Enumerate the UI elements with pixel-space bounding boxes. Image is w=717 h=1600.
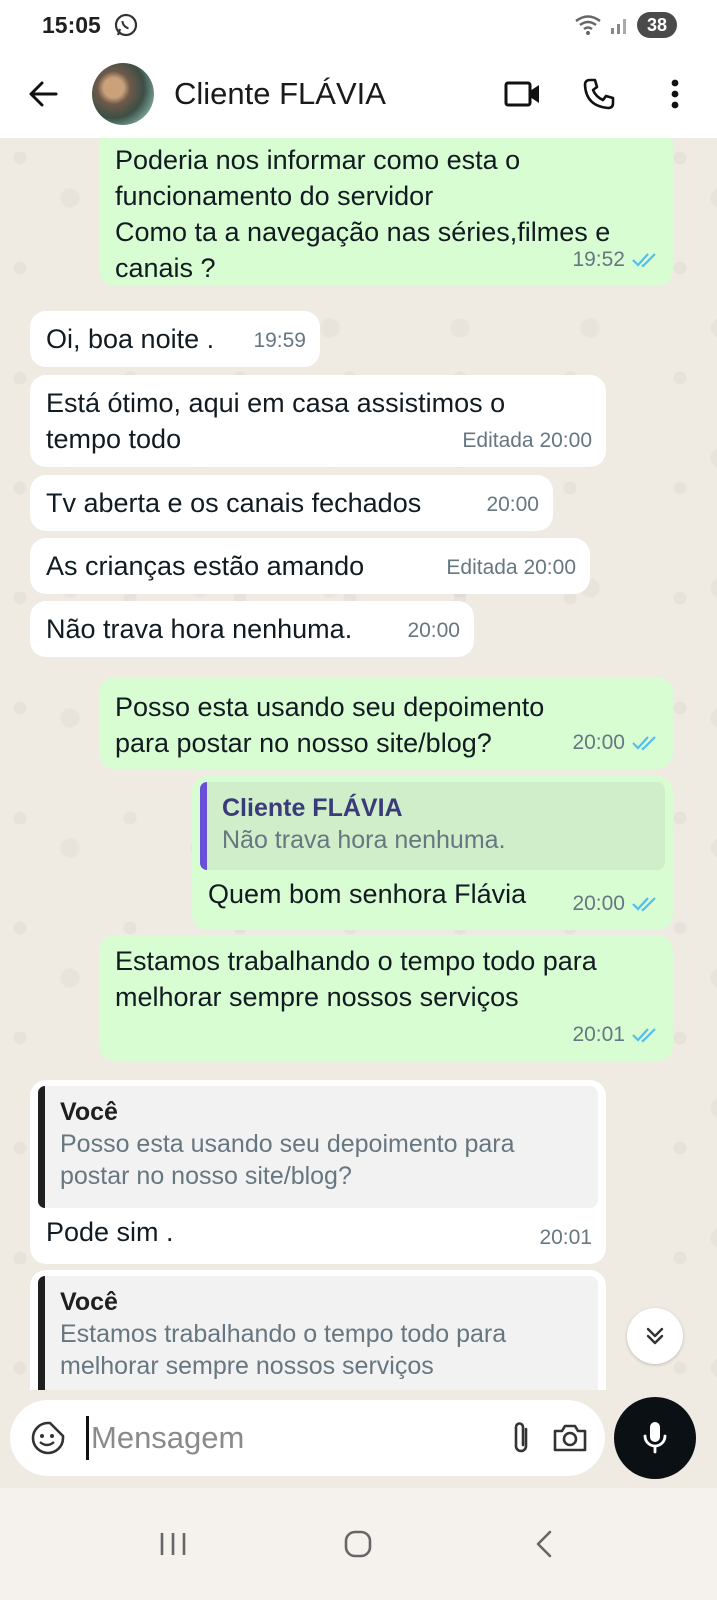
- mic-icon: [643, 1422, 667, 1454]
- system-back-button[interactable]: [514, 1514, 574, 1574]
- message-incoming[interactable]: Está ótimo, aqui em casa assistimos o te…: [30, 375, 606, 467]
- message-input[interactable]: [86, 1416, 490, 1460]
- contact-name[interactable]: Cliente FLÁVIA: [174, 76, 386, 112]
- back-icon: [536, 1530, 552, 1558]
- voice-message-button[interactable]: [614, 1397, 696, 1479]
- message-text: Posso esta usando seu depoimento para po…: [115, 692, 545, 758]
- more-vert-icon: [671, 79, 679, 109]
- message-time: Editada 20:00: [462, 429, 592, 452]
- home-button[interactable]: [328, 1514, 388, 1574]
- message-incoming[interactable]: Não trava hora nenhuma. 20:00: [30, 601, 474, 657]
- signal-icon: [611, 19, 626, 34]
- message-incoming-reply[interactable]: Você Posso esta usando seu depoimento pa…: [30, 1080, 606, 1264]
- message-time: 20:01: [572, 1023, 625, 1046]
- voice-call-button[interactable]: [579, 74, 619, 114]
- message-outgoing-reply[interactable]: Cliente FLÁVIA Não trava hora nenhuma. Q…: [192, 776, 673, 930]
- camera-icon: [553, 1424, 587, 1452]
- message-text: Poderia nos informar como esta o funcion…: [115, 145, 611, 283]
- message-composer: [10, 1400, 605, 1476]
- quoted-message[interactable]: Você Posso esta usando seu depoimento pa…: [38, 1086, 598, 1208]
- quoted-message[interactable]: Você Estamos trabalhando o tempo todo pa…: [38, 1276, 598, 1390]
- back-button[interactable]: [18, 69, 68, 119]
- message-time: 20:00: [572, 892, 625, 915]
- read-ticks-icon: [632, 897, 656, 912]
- message-time: 20:00: [572, 731, 625, 754]
- camera-button[interactable]: [552, 1418, 588, 1458]
- scroll-to-bottom-button[interactable]: [627, 1308, 683, 1364]
- message-time: 20:00: [407, 619, 460, 642]
- whatsapp-notification-icon: [114, 13, 137, 37]
- phone-icon: [583, 78, 615, 110]
- sticker-button[interactable]: [30, 1418, 66, 1458]
- read-ticks-icon: [632, 736, 656, 751]
- message-text: Tv aberta e os canais fechados: [46, 488, 422, 518]
- message-time: 20:01: [539, 1226, 592, 1249]
- video-call-button[interactable]: [503, 74, 543, 114]
- system-nav-bar: [0, 1488, 717, 1600]
- quoted-text: Posso esta usando seu depoimento para po…: [60, 1130, 515, 1190]
- message-time: 19:52: [572, 248, 625, 271]
- recents-button[interactable]: [143, 1514, 203, 1574]
- sticker-icon: [31, 1421, 65, 1455]
- battery-indicator: 38: [637, 12, 677, 38]
- message-incoming-reply[interactable]: Você Estamos trabalhando o tempo todo pa…: [30, 1270, 606, 1390]
- message-time: 20:00: [486, 493, 539, 516]
- message-time: 19:59: [253, 329, 306, 352]
- quoted-text: Não trava hora nenhuma.: [222, 826, 506, 854]
- quoted-text: Estamos trabalhando o tempo todo para me…: [60, 1320, 507, 1380]
- recents-icon: [160, 1533, 186, 1555]
- contact-avatar[interactable]: [92, 63, 154, 125]
- message-outgoing[interactable]: Posso esta usando seu depoimento para po…: [99, 677, 673, 769]
- quoted-author: Cliente FLÁVIA: [222, 794, 403, 822]
- message-incoming[interactable]: Oi, boa noite . 19:59: [30, 311, 320, 367]
- message-outgoing[interactable]: Estamos trabalhando o tempo todo para me…: [99, 935, 673, 1061]
- message-incoming[interactable]: As crianças estão amando Editada 20:00: [30, 538, 590, 594]
- back-arrow-icon: [29, 81, 58, 107]
- home-icon: [345, 1530, 372, 1558]
- message-outgoing[interactable]: Poderia nos informar como esta o funcion…: [99, 138, 673, 286]
- read-ticks-icon: [632, 1028, 656, 1043]
- message-incoming[interactable]: Tv aberta e os canais fechados 20:00: [30, 475, 553, 531]
- more-options-button[interactable]: [655, 74, 695, 114]
- quoted-author: Você: [60, 1288, 118, 1316]
- chat-area[interactable]: Poderia nos informar como esta o funcion…: [0, 138, 717, 1390]
- status-time: 15:05: [42, 11, 101, 38]
- double-chevron-down-icon: [646, 1327, 664, 1345]
- attach-button[interactable]: [510, 1418, 532, 1458]
- message-text: Estamos trabalhando o tempo todo para me…: [115, 946, 597, 1012]
- chat-header: Cliente FLÁVIA: [0, 50, 717, 138]
- video-call-icon: [504, 81, 539, 107]
- attach-icon: [514, 1422, 528, 1453]
- message-text: Pode sim .: [46, 1217, 174, 1247]
- wifi-icon: [575, 15, 601, 35]
- message-text: Não trava hora nenhuma.: [46, 614, 353, 644]
- quoted-message[interactable]: Cliente FLÁVIA Não trava hora nenhuma.: [200, 782, 665, 870]
- message-time: Editada 20:00: [446, 556, 576, 579]
- read-ticks-icon: [632, 253, 656, 268]
- status-bar: 15:05 38: [0, 0, 717, 50]
- quoted-author: Você: [60, 1098, 118, 1126]
